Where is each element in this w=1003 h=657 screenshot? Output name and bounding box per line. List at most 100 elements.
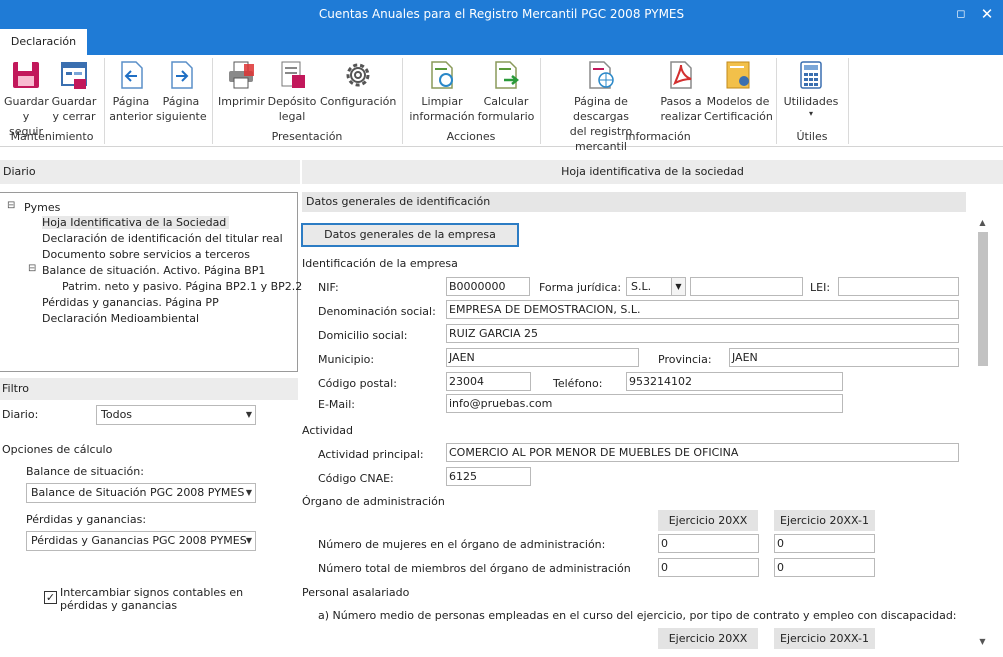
legal-deposit-button[interactable]: Depósito legal — [266, 59, 318, 124]
settings-button[interactable]: Configuración — [320, 59, 396, 109]
group-separator — [104, 58, 105, 144]
column-header-ejercicio: Ejercicio 20XX — [658, 628, 758, 649]
municipio-field[interactable]: JAEN — [446, 348, 639, 367]
email-field[interactable]: info@pruebas.com — [446, 394, 843, 413]
personal-title: Personal asalariado — [302, 586, 410, 599]
dropdown-arrow-icon: ▼ — [671, 278, 685, 295]
scroll-down-icon[interactable]: ▼ — [976, 637, 989, 649]
globe-document-icon — [585, 59, 617, 91]
tree-item-hoja-identificativa[interactable]: Hoja Identificativa de la Sociedad — [42, 216, 230, 229]
diario-tree: ⊟ Pymes Hoja Identificativa de la Socied… — [0, 192, 302, 372]
forma-juridica-extra-field[interactable] — [690, 277, 803, 296]
domicilio-label: Domicilio social: — [318, 329, 408, 342]
diario-filter-label: Diario: — [2, 408, 39, 421]
ribbon-tab-bar — [0, 28, 1003, 55]
clear-info-button[interactable]: Limpiar información — [408, 59, 476, 124]
telefono-label: Teléfono: — [553, 377, 603, 390]
codigo-postal-field[interactable]: 23004 — [446, 372, 531, 391]
actividad-principal-label: Actividad principal: — [318, 448, 424, 461]
legal-deposit-label-1: Depósito — [267, 95, 317, 108]
tree-item-medioambiental[interactable]: Declaración Medioambiental — [42, 312, 199, 325]
swap-signs-checkbox[interactable]: ✓ — [44, 591, 57, 604]
group-label-mantenimiento: Mantenimiento — [10, 130, 94, 143]
swap-signs-label-1: Intercambiar signos contables en — [60, 586, 244, 599]
previous-page-button[interactable]: Página anterior — [108, 59, 154, 124]
provincia-field[interactable]: JAEN — [729, 348, 959, 367]
save-close-button[interactable]: Guardar y cerrar — [51, 59, 97, 124]
forma-juridica-label: Forma jurídica: — [539, 281, 622, 294]
perdidas-select[interactable]: Pérdidas y Ganancias PGC 2008 PYMES ▼ — [26, 531, 256, 551]
mujeres-field-actual[interactable]: 0 — [658, 534, 759, 553]
legal-deposit-label-2: legal — [278, 110, 306, 123]
provincia-label: Provincia: — [658, 353, 712, 366]
diario-filter-select[interactable]: Todos ▼ — [96, 405, 256, 425]
mujeres-field-anterior[interactable]: 0 — [774, 534, 875, 553]
next-page-button[interactable]: Página siguiente — [156, 59, 207, 124]
save-close-label-1: Guardar — [51, 95, 97, 108]
close-icon[interactable]: ✕ — [979, 0, 995, 28]
nif-field[interactable]: B0000000 — [446, 277, 530, 296]
column-header-ejercicio-anterior: Ejercicio 20XX-1 — [774, 628, 875, 649]
print-button[interactable]: Imprimir — [218, 59, 265, 109]
diario-filter-value: Todos — [101, 408, 133, 421]
tree-collapse-icon[interactable]: ⊟ — [28, 263, 36, 274]
clear-document-icon — [426, 59, 458, 91]
dropdown-arrow-icon: ▼ — [245, 536, 252, 545]
scroll-up-icon[interactable]: ▲ — [976, 218, 989, 230]
section-header: Datos generales de identificación — [302, 192, 966, 212]
actividad-principal-field[interactable]: COMERCIO AL POR MENOR DE MUEBLES DE OFIC… — [446, 443, 959, 462]
save-continue-button[interactable]: Guardar y seguir — [4, 59, 49, 139]
denominacion-field[interactable]: EMPRESA DE DEMOSTRACION, S.L. — [446, 300, 959, 319]
utilities-button[interactable]: Utilidades ▾ — [781, 59, 841, 119]
gear-icon — [342, 59, 374, 91]
lei-field[interactable] — [838, 277, 959, 296]
diario-panel-header: Diario — [0, 160, 300, 184]
perdidas-label: Pérdidas y ganancias: — [26, 513, 147, 526]
domicilio-field[interactable]: RUIZ GARCIA 25 — [446, 324, 959, 343]
tree-root-pymes[interactable]: Pymes — [24, 201, 60, 214]
calc-options-title: Opciones de cálculo — [2, 443, 113, 456]
tree-item-servicios-terceros[interactable]: Documento sobre servicios a terceros — [42, 248, 250, 261]
steps-button[interactable]: Pasos a realizar — [658, 59, 704, 124]
denominacion-label: Denominación social: — [318, 305, 436, 318]
organo-title: Órgano de administración — [302, 495, 445, 508]
clear-info-label-2: información — [409, 110, 475, 123]
save-close-icon — [58, 59, 90, 91]
tree-item-balance-activo[interactable]: Balance de situación. Activo. Página BP1 — [42, 264, 265, 277]
total-miembros-field-actual[interactable]: 0 — [658, 558, 759, 577]
balance-select[interactable]: Balance de Situación PGC 2008 PYMES ▼ — [26, 483, 256, 503]
tree-item-patrimonio-pasivo[interactable]: Patrim. neto y pasivo. Página BP2.1 y BP… — [62, 280, 302, 293]
forma-juridica-select[interactable]: S.L. ▼ — [626, 277, 686, 296]
email-label: E-Mail: — [318, 398, 355, 411]
arrow-left-page-icon — [115, 59, 147, 91]
scrollbar-thumb[interactable] — [978, 232, 988, 366]
dropdown-arrow-icon: ▼ — [245, 410, 252, 419]
title-bar: Cuentas Anuales para el Registro Mercant… — [0, 0, 1003, 28]
telefono-field[interactable]: 953214102 — [626, 372, 843, 391]
maximize-icon[interactable]: ◻ — [953, 0, 969, 28]
save-close-label-2: y cerrar — [52, 110, 96, 123]
clear-info-label-1: Limpiar — [421, 95, 463, 108]
tree-item-perdidas-ganancias[interactable]: Pérdidas y ganancias. Página PP — [42, 296, 219, 309]
next-page-label-2: siguiente — [156, 110, 207, 123]
tab-declaracion[interactable]: Declaración — [0, 29, 87, 56]
certification-models-button[interactable]: Modelos de Certificación — [704, 59, 773, 124]
forma-juridica-value: S.L. — [631, 280, 652, 293]
certification-models-label-1: Modelos de — [706, 95, 770, 108]
total-miembros-field-anterior[interactable]: 0 — [774, 558, 875, 577]
group-separator — [848, 58, 849, 144]
previous-page-label-2: anterior — [109, 110, 153, 123]
downloads-page-label-1: Página de descargas — [572, 95, 630, 123]
company-data-button[interactable]: Datos generales de la empresa — [301, 223, 519, 247]
swap-signs-label-2: pérdidas y ganancias — [60, 599, 178, 612]
municipio-label: Municipio: — [318, 353, 375, 366]
calculator-icon — [795, 59, 827, 91]
ribbon: Guardar y seguir Guardar y cerrar Manten… — [0, 55, 1003, 153]
calculate-form-button[interactable]: Calcular formulario — [476, 59, 536, 124]
tree-collapse-icon[interactable]: ⊟ — [7, 200, 15, 211]
cnae-field[interactable]: 6125 — [446, 467, 531, 486]
tree-item-titular-real[interactable]: Declaración de identificación del titula… — [42, 232, 283, 245]
chevron-down-icon: ▾ — [808, 109, 813, 118]
window-title: Cuentas Anuales para el Registro Mercant… — [318, 7, 685, 21]
steps-label-1: Pasos a — [660, 95, 702, 108]
